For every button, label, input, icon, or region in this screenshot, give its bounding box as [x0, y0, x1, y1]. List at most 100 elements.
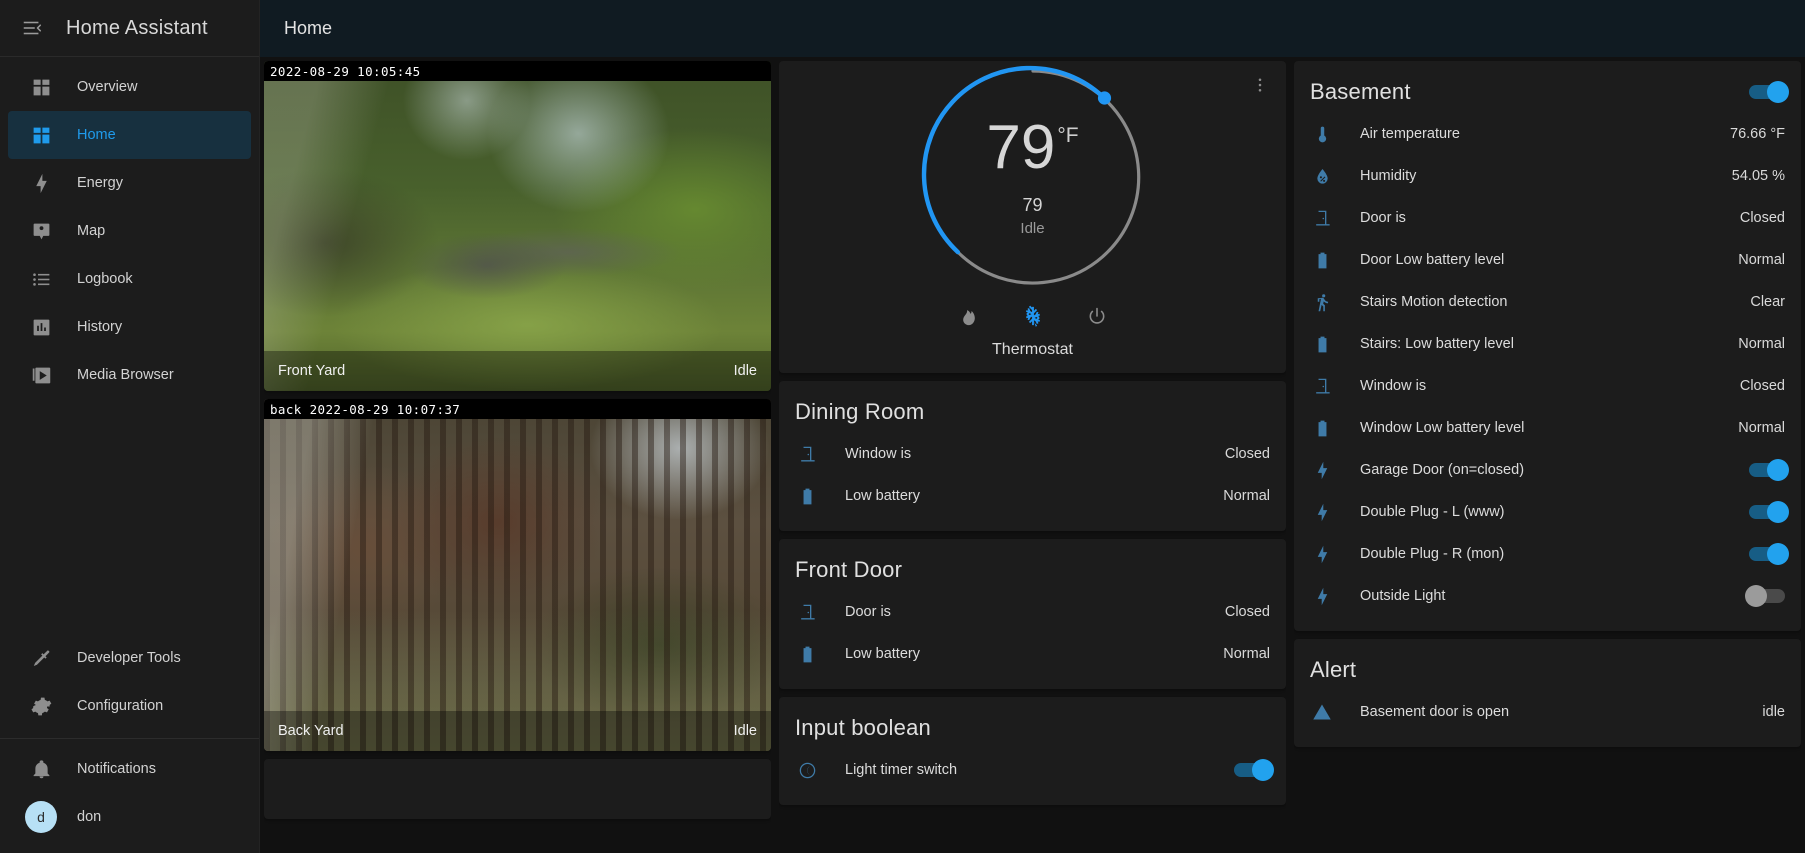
entity-row[interactable]: Stairs: Low battery level Normal: [1310, 323, 1785, 365]
battery-icon: [1310, 251, 1334, 270]
thermostat-target: 79: [1022, 195, 1043, 215]
entity-name: Stairs Motion detection: [1360, 294, 1508, 310]
card-header: Basement: [1294, 61, 1801, 113]
sidebar-item-configuration[interactable]: Configuration: [8, 682, 251, 730]
camera-card-front-yard[interactable]: 2022-08-29 10:05:45 Front Yard Idle: [264, 61, 771, 391]
entity-row[interactable]: Stairs Motion detection Clear: [1310, 281, 1785, 323]
thermostat-card[interactable]: 79 °F 79 Idle Thermostat: [779, 61, 1286, 373]
entity-toggle[interactable]: [1749, 459, 1789, 481]
topbar: Home: [260, 0, 1805, 57]
entity-value: 54.05 %: [1731, 168, 1785, 184]
door-icon: [1310, 377, 1334, 396]
entity-toggle[interactable]: [1745, 585, 1785, 607]
camera-scene: [264, 61, 771, 391]
door-icon: [795, 603, 819, 622]
dots-vertical-icon[interactable]: [1246, 71, 1274, 99]
battery-icon: [795, 645, 819, 664]
camera-image-front-yard[interactable]: 2022-08-29 10:05:45 Front Yard Idle: [264, 61, 771, 391]
entity-name: Door is: [1360, 210, 1406, 226]
entity-toggle[interactable]: [1749, 501, 1789, 523]
sidebar-item-label: don: [77, 809, 102, 825]
sidebar-item-label: Notifications: [77, 761, 156, 777]
camera-card-next-partial[interactable]: [264, 759, 771, 819]
cog-icon: [28, 693, 54, 719]
entity-toggle[interactable]: [1749, 543, 1789, 565]
column-cameras: 2022-08-29 10:05:45 Front Yard Idle back…: [264, 61, 771, 853]
menu-collapse-icon[interactable]: [12, 8, 52, 48]
sidebar-item-history[interactable]: History: [8, 303, 251, 351]
entity-row[interactable]: Outside Light: [1310, 575, 1785, 617]
sidebar-item-map[interactable]: Map: [8, 207, 251, 255]
sidebar-item-overview[interactable]: Overview: [8, 63, 251, 111]
sidebar-item-label: Configuration: [77, 698, 164, 714]
entity-row[interactable]: Basement door is open idle: [1310, 691, 1785, 733]
entity-row[interactable]: Door Low battery level Normal: [1310, 239, 1785, 281]
camera-timestamp: back 2022-08-29 10:07:37: [264, 399, 771, 419]
entity-name: Humidity: [1360, 168, 1417, 184]
camera-image-back-yard[interactable]: back 2022-08-29 10:07:37 Back Yard Idle: [264, 399, 771, 751]
dashboard-columns: 2022-08-29 10:05:45 Front Yard Idle back…: [260, 57, 1805, 853]
map-marker-account-icon: [28, 218, 54, 244]
sidebar-item-label: Map: [77, 223, 106, 239]
card-title: Alert: [1310, 657, 1357, 682]
thermostat-readout: 79 °F 79 Idle: [921, 65, 1145, 289]
thermostat-dial[interactable]: 79 °F 79 Idle: [921, 65, 1145, 289]
entity-row[interactable]: Humidity 54.05 %: [1310, 155, 1785, 197]
sidebar-item-notifications[interactable]: Notifications: [8, 745, 251, 793]
entity-name: Window is: [845, 446, 912, 462]
entity-name: Air temperature: [1360, 126, 1460, 142]
entity-row[interactable]: Window is Closed: [795, 433, 1270, 475]
card-basement: Basement Air temperature 76.66 °F Humidi…: [1294, 61, 1801, 631]
sidebar-item-label: Overview: [77, 79, 138, 95]
entity-rows: Door is Closed Low battery Normal: [779, 591, 1286, 689]
entity-rows: Light timer switch: [779, 749, 1286, 805]
flash-icon: [1310, 503, 1334, 522]
entity-toggle[interactable]: [1234, 759, 1274, 781]
entity-row[interactable]: Low battery Normal: [795, 475, 1270, 517]
entity-value: Closed: [1739, 378, 1785, 394]
sidebar-item-label: Media Browser: [77, 367, 174, 383]
battery-icon: [1310, 335, 1334, 354]
mode-off-button[interactable]: [1084, 303, 1110, 329]
entity-row[interactable]: Door is Closed: [795, 591, 1270, 633]
sidebar-item-label: History: [77, 319, 123, 335]
card-header-toggle[interactable]: [1749, 81, 1789, 103]
entity-name: Garage Door (on=closed): [1360, 462, 1525, 478]
sidebar-item-developer-tools[interactable]: Developer Tools: [8, 634, 251, 682]
entity-name: Door is: [845, 604, 891, 620]
mode-heat-button[interactable]: [956, 303, 982, 329]
sidebar-item-label: Developer Tools: [77, 650, 181, 666]
entity-name: Double Plug - R (mon): [1360, 546, 1505, 562]
sidebar-item-user[interactable]: d don: [8, 793, 251, 841]
entity-row[interactable]: Double Plug - R (mon): [1310, 533, 1789, 575]
format-list-bulleted-icon: [28, 266, 54, 292]
sidebar-divider: [0, 738, 259, 739]
sidebar-item-energy[interactable]: Energy: [8, 159, 251, 207]
entity-row[interactable]: Door is Closed: [1310, 197, 1785, 239]
card-input-boolean: Input boolean Light timer switch: [779, 697, 1286, 805]
mode-cool-button[interactable]: [1020, 303, 1046, 329]
sidebar-item-logbook[interactable]: Logbook: [8, 255, 251, 303]
chart-box-icon: [28, 314, 54, 340]
entity-row[interactable]: Window Low battery level Normal: [1310, 407, 1785, 449]
camera-footer: Back Yard Idle: [264, 711, 771, 751]
entity-row[interactable]: Air temperature 76.66 °F: [1310, 113, 1785, 155]
entity-value: idle: [1762, 704, 1785, 720]
entity-row[interactable]: Double Plug - L (www): [1310, 491, 1789, 533]
sidebar: Home Assistant Overview Home Energy Map …: [0, 0, 260, 853]
entity-row[interactable]: Low battery Normal: [795, 633, 1270, 675]
thermostat-modes: [779, 303, 1286, 329]
sidebar-item-media-browser[interactable]: Media Browser: [8, 351, 251, 399]
app-root: Home Assistant Overview Home Energy Map …: [0, 0, 1805, 853]
moon-clock-icon: [795, 761, 819, 780]
entity-name: Stairs: Low battery level: [1360, 336, 1514, 352]
column-right: Basement Air temperature 76.66 °F Humidi…: [1294, 61, 1801, 853]
entity-row[interactable]: Garage Door (on=closed): [1310, 449, 1789, 491]
entity-row[interactable]: Light timer switch: [795, 749, 1274, 791]
sidebar-item-home[interactable]: Home: [8, 111, 251, 159]
entity-value: Closed: [1224, 446, 1270, 462]
walk-icon: [1310, 293, 1334, 312]
camera-card-back-yard[interactable]: back 2022-08-29 10:07:37 Back Yard Idle: [264, 399, 771, 751]
view-dashboard-icon: [28, 122, 54, 148]
entity-row[interactable]: Window is Closed: [1310, 365, 1785, 407]
